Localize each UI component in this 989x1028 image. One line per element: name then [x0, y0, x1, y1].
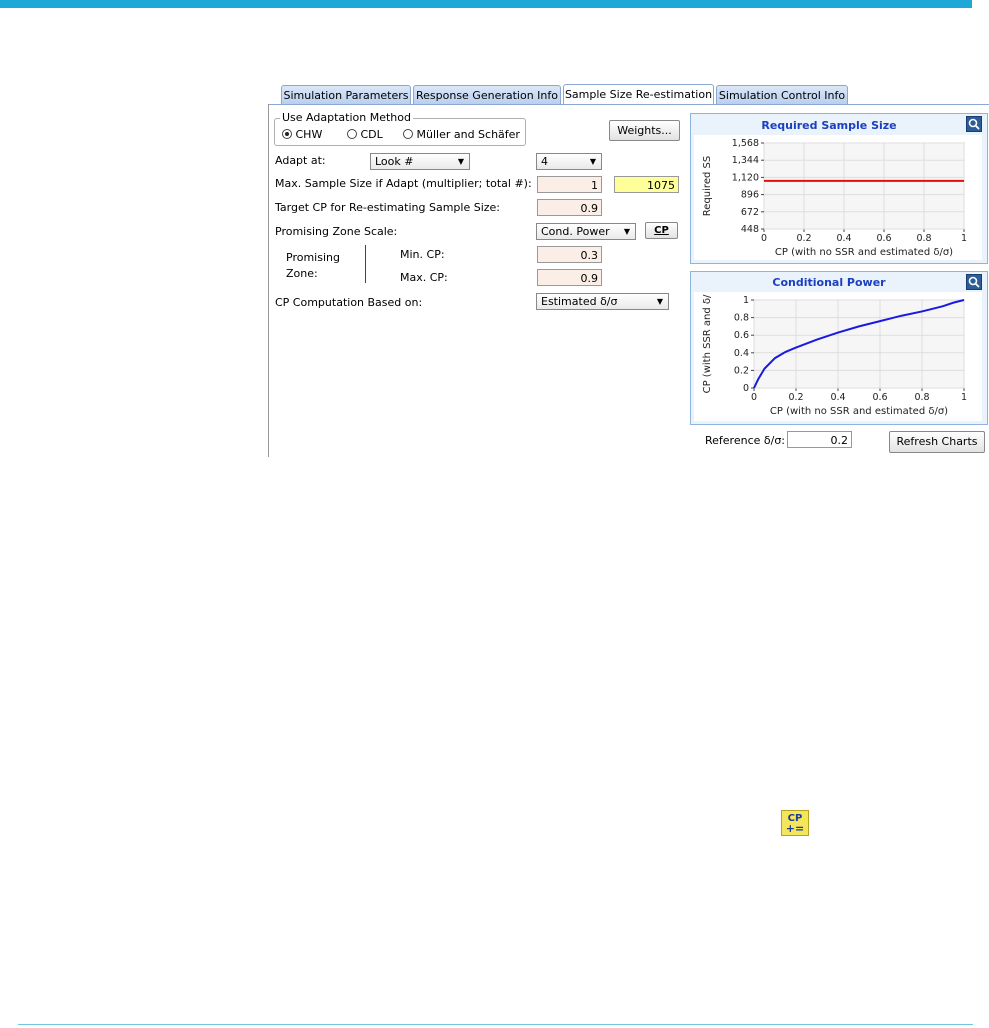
x-tick-label: 0.4	[836, 233, 851, 244]
required-sample-size-chart-area: 0 0.2 0.4 0.6 0.8 1 1,568 1,344 1,120 896 672 448 CP…	[694, 135, 982, 260]
min-cp-label: Min. CP:	[400, 248, 445, 261]
x-tick-label: 0.2	[796, 233, 811, 244]
zoom-icon[interactable]	[966, 116, 982, 132]
adapt-at-select[interactable]: Look # ▼	[370, 153, 470, 170]
cp-icon-bottom: +=	[785, 822, 805, 835]
tab-label: Response Generation Info	[415, 89, 558, 102]
plot-area	[753, 299, 965, 389]
x-tick-label: 0.8	[914, 392, 929, 403]
reference-delta-sigma-input[interactable]: 0.2	[787, 431, 852, 448]
required-sample-size-chart: 0 0.2 0.4 0.6 0.8 1 1,568 1,344 1,120 896 672 448 CP…	[702, 138, 967, 258]
max-ss-total-input[interactable]: 1075	[614, 176, 679, 193]
y-axis-label: Required SS	[702, 156, 713, 216]
radio-muller-schafer[interactable]: Müller and Schäfer	[403, 128, 520, 141]
x-tick-label: 1	[961, 233, 967, 244]
x-tick-label: 0.6	[872, 392, 887, 403]
y-tick-label: 0.2	[734, 365, 749, 376]
target-cp-input[interactable]: 0.9	[537, 199, 602, 216]
y-tick-label: 0.6	[734, 330, 749, 341]
y-axis-label: CP (with SSR and δ/	[702, 294, 713, 393]
radio-cdl-label: CDL	[360, 128, 383, 141]
dropdown-arrow-icon: ▼	[457, 157, 464, 166]
dropdown-arrow-icon: ▼	[623, 227, 630, 236]
content-left-border	[268, 104, 269, 457]
radio-chw-label: CHW	[295, 128, 323, 141]
radio-icon	[403, 129, 413, 139]
y-tick-label: 0.8	[734, 313, 749, 324]
min-cp-input[interactable]: 0.3	[537, 246, 602, 263]
adaptation-method-legend: Use Adaptation Method	[280, 111, 413, 124]
tab-label: Simulation Control Info	[718, 89, 846, 102]
cp-calculator-icon: CP +=	[781, 810, 809, 836]
cp-computation-label: CP Computation Based on:	[275, 296, 423, 309]
y-tick-label: 896	[741, 190, 759, 201]
top-accent-bar	[0, 0, 972, 8]
plot-area	[763, 142, 965, 230]
radio-muller-schafer-label: Müller and Schäfer	[416, 128, 520, 141]
tab-strip-border	[268, 104, 989, 105]
x-tick-label: 0.2	[788, 392, 803, 403]
dropdown-arrow-icon: ▼	[656, 297, 663, 306]
max-cp-input[interactable]: 0.9	[537, 269, 602, 286]
x-tick-label: 0.6	[876, 233, 891, 244]
weights-button[interactable]: Weights...	[609, 120, 680, 141]
conditional-power-chart: 0 0.2 0.4 0.6 0.8 1 1 0.8 0.6 0.4 0.2 0 CP (with no …	[702, 294, 967, 417]
y-tick-label: 448	[741, 224, 759, 235]
y-tick-label: 1,568	[732, 138, 759, 149]
radio-cdl[interactable]: CDL	[347, 128, 383, 141]
x-axis-label: CP (with no SSR and estimated δ/σ)	[770, 406, 948, 417]
tab-label: Simulation Parameters	[283, 89, 409, 102]
y-tick-label: 1	[743, 295, 749, 306]
max-cp-label: Max. CP:	[400, 271, 448, 284]
cp-calculator-button[interactable]: CP	[645, 222, 678, 239]
radio-selected-icon	[282, 129, 292, 139]
tab-simulation-control-info[interactable]: Simulation Control Info	[716, 85, 848, 104]
x-tick-label: 0.4	[830, 392, 845, 403]
x-tick-label: 0	[751, 392, 757, 403]
max-ss-multiplier-input[interactable]: 1	[537, 176, 602, 193]
promising-zone-label-line1: Promising	[286, 251, 340, 264]
zoom-icon[interactable]	[966, 274, 982, 290]
tab-response-generation-info[interactable]: Response Generation Info	[413, 85, 561, 104]
target-cp-label: Target CP for Re-estimating Sample Size:	[275, 201, 501, 214]
promising-zone-label-line2: Zone:	[286, 267, 318, 280]
adapt-at-value: Look #	[375, 155, 414, 168]
promising-zone-divider	[365, 245, 366, 283]
conditional-power-title: Conditional Power	[772, 276, 886, 289]
adapt-at-label: Adapt at:	[275, 154, 326, 167]
dropdown-arrow-icon: ▼	[589, 157, 596, 166]
y-tick-label: 1,344	[732, 155, 759, 166]
promising-zone-scale-label: Promising Zone Scale:	[275, 225, 398, 238]
promising-zone-scale-select[interactable]: Cond. Power ▼	[536, 223, 636, 240]
look-number-select[interactable]: 4 ▼	[536, 153, 602, 170]
x-axis-label: CP (with no SSR and estimated δ/σ)	[775, 247, 953, 258]
radio-chw[interactable]: CHW	[282, 128, 322, 141]
x-tick-label: 0.8	[916, 233, 931, 244]
conditional-power-chart-area: 0 0.2 0.4 0.6 0.8 1 1 0.8 0.6 0.4 0.2 0 CP (with no …	[694, 292, 982, 421]
cp-computation-value: Estimated δ/σ	[541, 295, 618, 308]
refresh-charts-button[interactable]: Refresh Charts	[889, 431, 985, 453]
promising-zone-scale-value: Cond. Power	[541, 225, 610, 238]
tab-simulation-parameters[interactable]: Simulation Parameters	[281, 85, 411, 104]
reference-delta-sigma-label: Reference δ/σ:	[705, 434, 786, 447]
footer-rule	[18, 1024, 973, 1025]
y-tick-label: 1,120	[732, 172, 759, 183]
y-tick-label: 0	[743, 383, 749, 394]
required-sample-size-title: Required Sample Size	[761, 119, 897, 132]
tab-sample-size-re-estimation[interactable]: Sample Size Re-estimation	[563, 84, 714, 105]
x-tick-label: 1	[961, 392, 967, 403]
x-tick-label: 0	[761, 233, 767, 244]
radio-icon	[347, 129, 357, 139]
tab-label: Sample Size Re-estimation	[564, 88, 713, 101]
y-tick-label: 0.4	[734, 348, 749, 359]
cp-computation-select[interactable]: Estimated δ/σ ▼	[536, 293, 669, 310]
max-sample-size-label: Max. Sample Size if Adapt (multiplier; t…	[275, 177, 532, 190]
look-number-value: 4	[541, 155, 548, 168]
y-tick-label: 672	[741, 207, 759, 218]
